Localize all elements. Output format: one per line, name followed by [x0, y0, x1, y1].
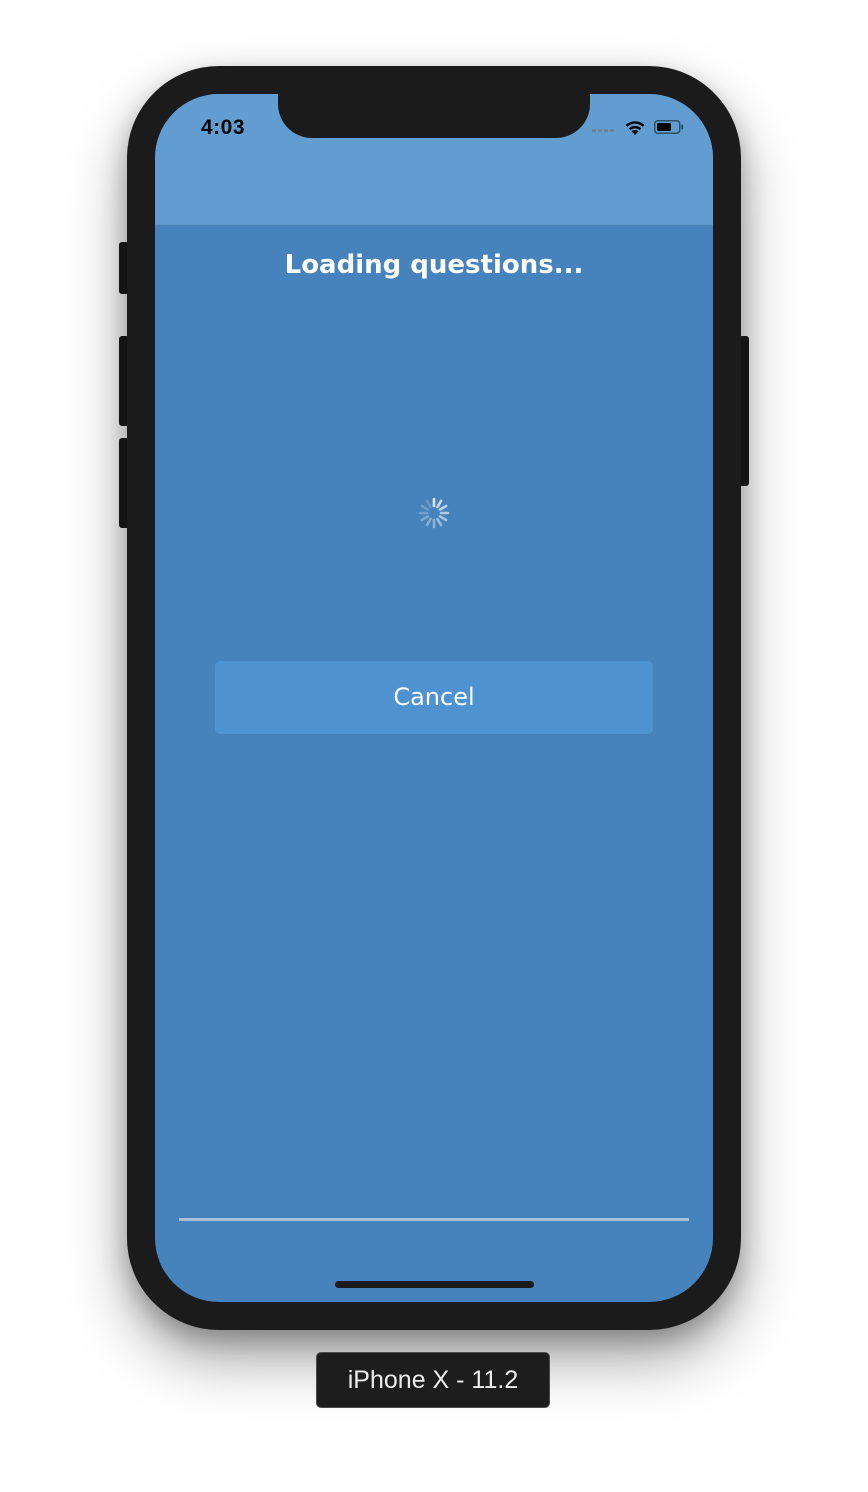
cellular-signal-icon [592, 126, 620, 132]
status-icons [592, 116, 692, 138]
wifi-icon [625, 121, 645, 135]
home-indicator[interactable] [335, 1281, 534, 1288]
simulator-stage: 4:03 Loading questions... Cancel iPhone … [0, 0, 868, 1492]
activity-spinner-icon [418, 497, 450, 529]
phone-screen: 4:03 Loading questions... Cancel [155, 94, 713, 1302]
device-notch [278, 94, 590, 138]
page-title: Loading questions... [284, 250, 584, 280]
status-time: 4:03 [201, 116, 246, 139]
iphone-frame: 4:03 Loading questions... Cancel [127, 66, 741, 1330]
bottom-divider [179, 1218, 689, 1221]
device-label: iPhone X - 11.2 [316, 1352, 550, 1408]
battery-icon [654, 120, 684, 134]
cancel-button[interactable]: Cancel [215, 661, 653, 734]
